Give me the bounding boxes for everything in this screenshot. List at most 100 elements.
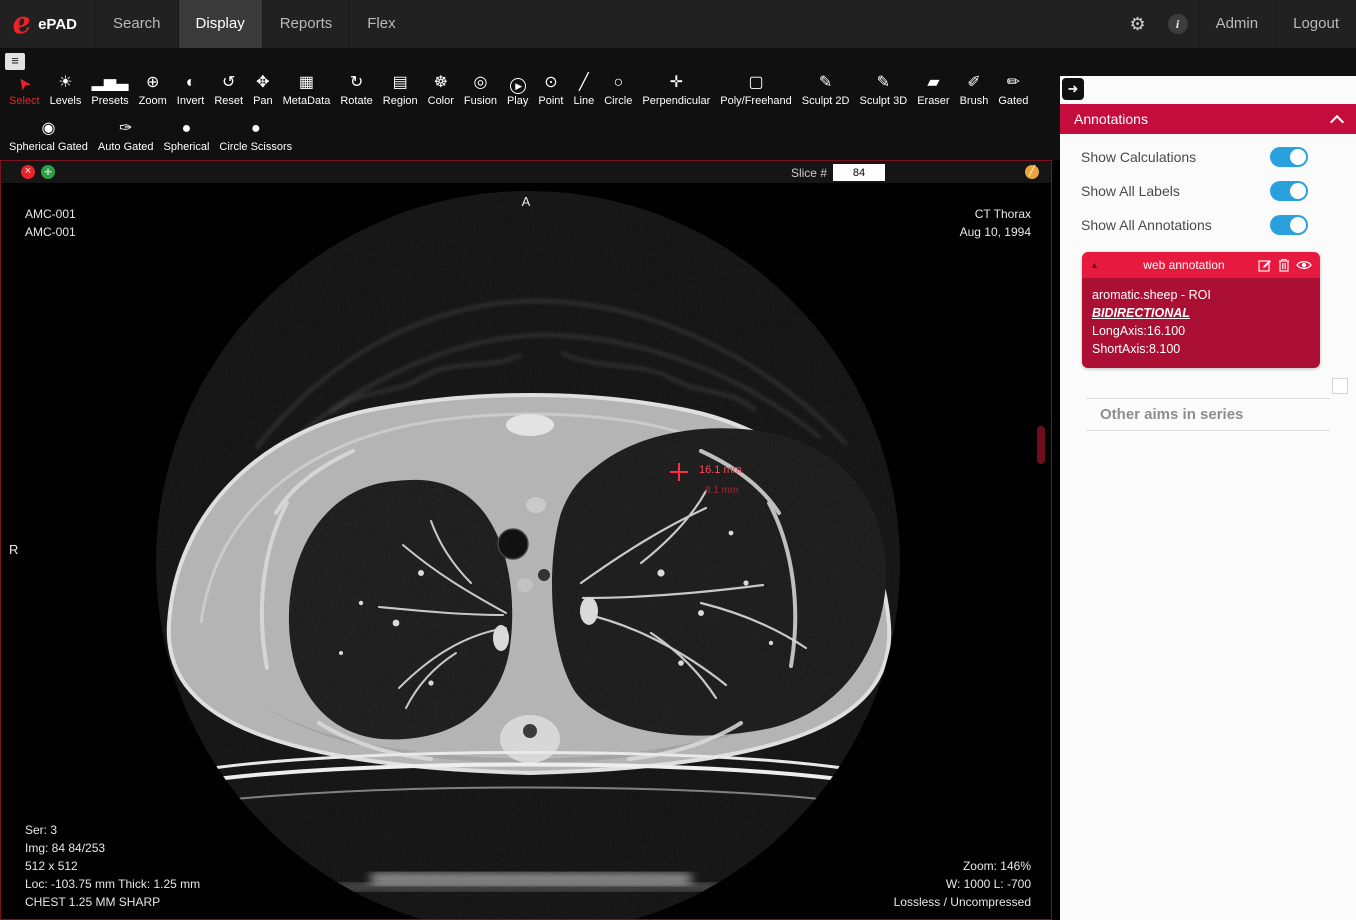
tool-zoom[interactable]: ⊕ Zoom	[134, 72, 172, 107]
toolbar-menu-icon[interactable]: ≡	[5, 53, 25, 70]
edit-annotation-icon[interactable]	[1258, 258, 1272, 272]
divider	[1086, 430, 1330, 431]
slice-location: Loc: -103.75 mm Thick: 1.25 mm	[25, 875, 200, 893]
tool-levels[interactable]: ☀ Levels	[45, 72, 87, 107]
annotation-card-title: web annotation	[1110, 258, 1258, 272]
brand[interactable]: e ePAD	[0, 9, 95, 39]
settings-gear-icon[interactable]: ⚙	[1117, 14, 1157, 35]
series-description: CHEST 1.25 MM SHARP	[25, 893, 200, 911]
levels-icon: ☀	[58, 72, 72, 94]
ct-viewport: × ✛ Slice # ╱	[0, 160, 1052, 920]
nav-item-logout[interactable]: Logout	[1275, 0, 1356, 48]
toggle-row-show-all-annotations: Show All Annotations	[1060, 208, 1356, 242]
tool-fusion[interactable]: ◎ Fusion	[459, 72, 502, 107]
tool-circle[interactable]: ○ Circle	[599, 72, 637, 107]
circle-icon: ○	[613, 72, 623, 94]
tool-brush[interactable]: ✐ Brush	[955, 72, 994, 107]
tool-rotate[interactable]: ↻ Rotate	[335, 72, 377, 107]
invert-icon: ◐	[186, 72, 196, 94]
nav-item-flex[interactable]: Flex	[349, 0, 412, 48]
close-viewport-icon[interactable]: ×	[21, 165, 35, 179]
show-hide-annotation-eye-icon[interactable]	[1296, 259, 1312, 271]
info-icon[interactable]: i	[1168, 14, 1188, 34]
tool-poly-freehand-label: Poly/Freehand	[720, 95, 792, 107]
tool-spherical-gated[interactable]: ◉ Spherical Gated	[4, 118, 93, 153]
tool-poly-freehand[interactable]: ▢ Poly/Freehand	[715, 72, 797, 107]
show-calculations-toggle[interactable]	[1270, 147, 1308, 167]
metadata-icon: ▦	[299, 72, 314, 94]
tool-play[interactable]: ▶ Play	[502, 75, 533, 107]
tool-point[interactable]: ⊙ Point	[533, 72, 568, 107]
tool-sculpt-3d-label: Sculpt 3D	[859, 95, 907, 107]
annotations-header[interactable]: Annotations	[1060, 104, 1356, 134]
tool-circle-label: Circle	[604, 95, 632, 107]
pan-icon: ✥	[256, 72, 269, 94]
brand-name: ePAD	[38, 16, 77, 33]
display-info: Zoom: 146% W: 1000 L: -700 Lossless / Un…	[894, 857, 1031, 911]
point-icon: ⊙	[544, 72, 557, 94]
resize-viewport-icon[interactable]: ✛	[41, 165, 55, 179]
annotation-card-header[interactable]: ▲ web annotation	[1082, 252, 1320, 278]
tool-color[interactable]: ☸ Color	[423, 72, 459, 107]
other-aims-section: Other aims in series	[1060, 398, 1356, 431]
line-icon: ╱	[579, 72, 589, 94]
circle-scissors-icon: ●	[251, 118, 261, 140]
tool-spherical[interactable]: ● Spherical	[159, 118, 215, 153]
nav-item-search[interactable]: Search	[95, 0, 178, 48]
annotation-short-axis: ShortAxis:8.100	[1092, 340, 1310, 358]
tool-reset-label: Reset	[214, 95, 243, 107]
slice-scrollbar-thumb[interactable]	[1037, 426, 1045, 464]
show-all-labels-label: Show All Labels	[1081, 183, 1270, 199]
patient-info: AMC-001 AMC-001	[25, 205, 76, 241]
tool-line[interactable]: ╱ Line	[568, 72, 599, 107]
tool-metadata[interactable]: ▦ MetaData	[278, 72, 336, 107]
bidirectional-crosshair[interactable]	[670, 463, 688, 481]
tool-zoom-label: Zoom	[139, 95, 167, 107]
tool-line-label: Line	[573, 95, 594, 107]
nav-item-display[interactable]: Display	[178, 0, 262, 48]
panel-scroll-handle[interactable]	[1332, 378, 1348, 394]
epad-logo-icon: e	[10, 8, 34, 41]
tool-sculpt-2d[interactable]: ✎ Sculpt 2D	[797, 72, 855, 107]
show-all-annotations-label: Show All Annotations	[1081, 217, 1270, 233]
delete-annotation-icon[interactable]	[1278, 258, 1290, 272]
show-all-labels-toggle[interactable]	[1270, 181, 1308, 201]
nav-right: ⚙ i Admin Logout	[1117, 0, 1356, 48]
tool-presets[interactable]: ▂▅▃ Presets	[86, 72, 133, 107]
tool-auto-gated[interactable]: ✑ Auto Gated	[93, 118, 159, 153]
ct-axial-image[interactable]	[1, 183, 1051, 919]
window-level: W: 1000 L: -700	[894, 875, 1031, 893]
tool-reset[interactable]: ↺ Reset	[209, 72, 248, 107]
tool-sculpt-3d[interactable]: ✎ Sculpt 3D	[854, 72, 912, 107]
tool-region[interactable]: ▤ Region	[378, 72, 423, 107]
annotate-mode-icon[interactable]: ╱	[1025, 165, 1039, 179]
series-number: Ser: 3	[25, 821, 200, 839]
tool-eraser[interactable]: ▰ Eraser	[912, 72, 954, 107]
auto-gated-icon: ✑	[119, 118, 132, 140]
slice-number-input[interactable]	[833, 164, 885, 181]
tool-invert[interactable]: ◐ Invert	[172, 72, 210, 107]
tool-presets-label: Presets	[91, 95, 128, 107]
orientation-right-label: R	[9, 541, 18, 559]
region-icon: ▤	[393, 72, 408, 94]
tool-circle-scissors[interactable]: ● Circle Scissors	[214, 118, 297, 153]
panel-collapse-arrow-icon[interactable]: ➜	[1062, 78, 1084, 100]
show-all-annotations-toggle[interactable]	[1270, 215, 1308, 235]
other-aims-title: Other aims in series	[1086, 399, 1330, 430]
select-icon: ➤	[11, 71, 37, 95]
tool-rotate-label: Rotate	[340, 95, 372, 107]
nav-item-reports[interactable]: Reports	[262, 0, 350, 48]
study-description: CT Thorax	[960, 205, 1031, 223]
annotation-card-body[interactable]: aromatic.sheep - ROI BIDIRECTIONAL LongA…	[1082, 278, 1320, 368]
tool-select[interactable]: ➤ Select	[4, 72, 45, 107]
eraser-icon: ▰	[927, 72, 939, 94]
tool-pan[interactable]: ✥ Pan	[248, 72, 278, 107]
sculpt-3d-icon: ✎	[877, 72, 890, 94]
tools-row-2: ◉ Spherical Gated ✑ Auto Gated ● Spheric…	[4, 118, 297, 153]
chevron-up-icon	[1330, 115, 1344, 129]
annotation-type: BIDIRECTIONAL	[1092, 304, 1310, 322]
tool-perpendicular[interactable]: ✛ Perpendicular	[637, 72, 715, 107]
toggle-row-show-all-labels: Show All Labels	[1060, 174, 1356, 208]
nav-item-admin[interactable]: Admin	[1198, 0, 1276, 48]
tool-gated[interactable]: ✏ Gated	[993, 72, 1033, 107]
